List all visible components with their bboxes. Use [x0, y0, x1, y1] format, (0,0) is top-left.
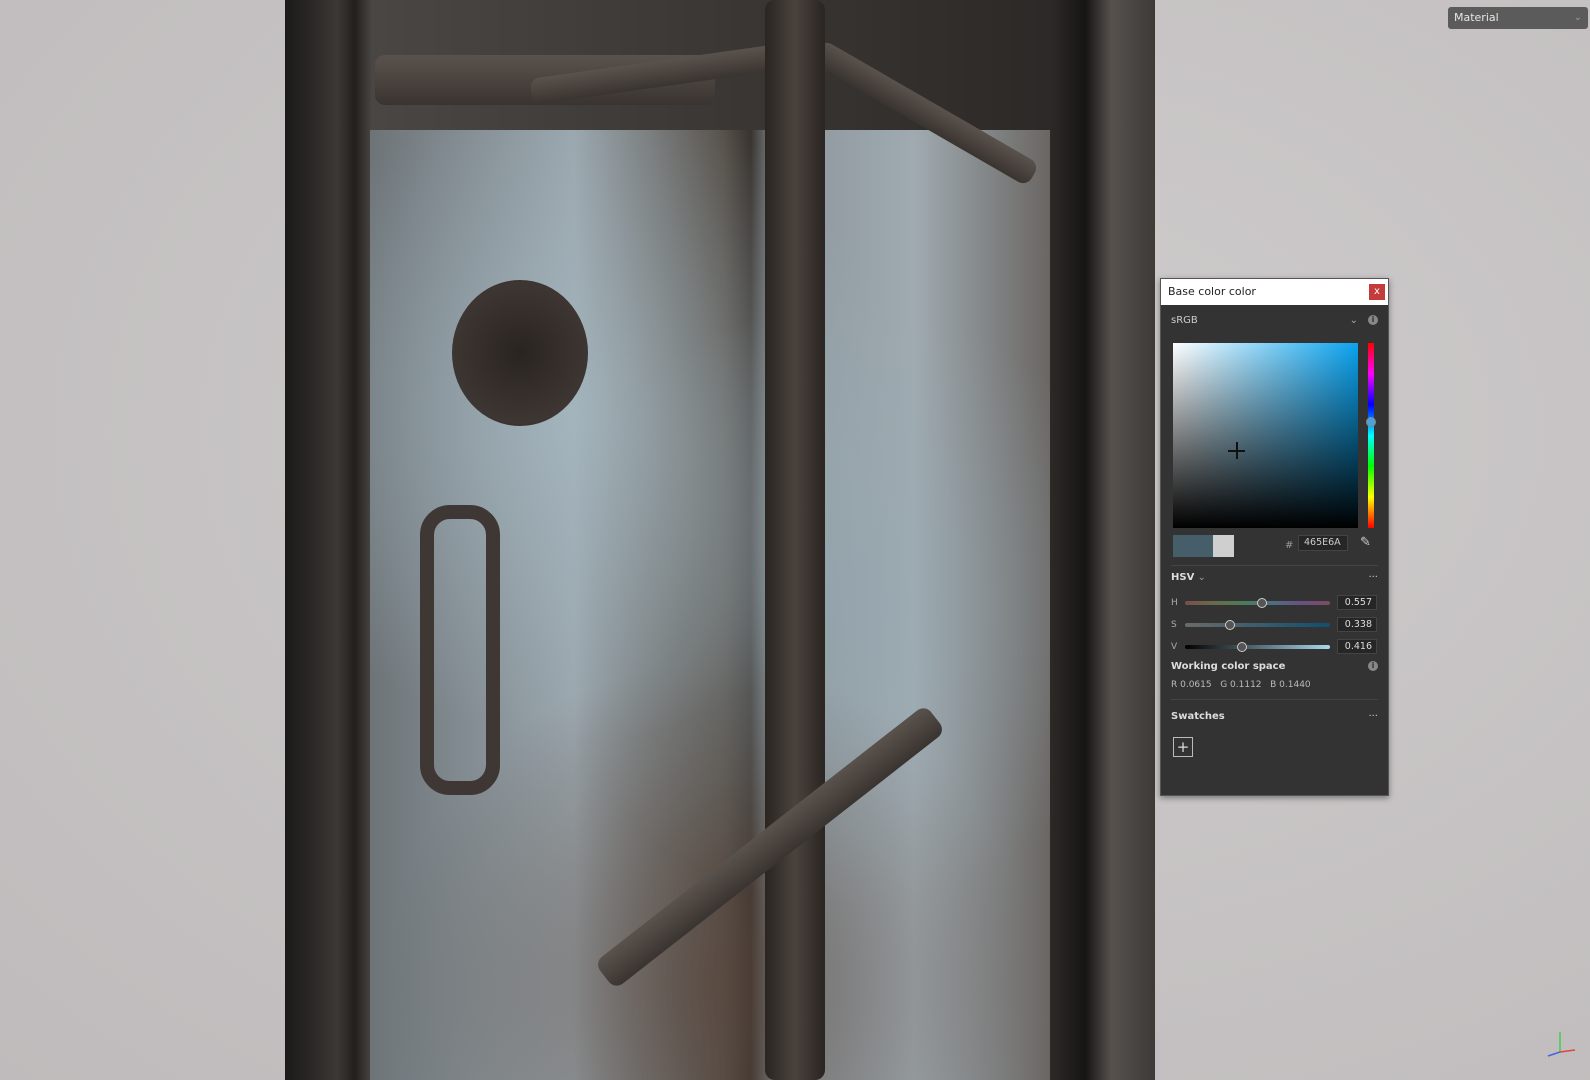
s-slider[interactable]	[1185, 623, 1330, 627]
working-color-values: R 0.0615 G 0.1112 B 0.1440	[1171, 680, 1311, 690]
hex-input[interactable]: 465E6A	[1298, 535, 1348, 551]
color-space-select[interactable]: sRGB ⌄ i	[1171, 315, 1378, 326]
h-label: H	[1171, 598, 1178, 608]
crosshair-cursor-icon	[1228, 442, 1245, 459]
s-slider-thumb[interactable]	[1225, 620, 1235, 630]
color-picker-dialog: Base color color x sRGB ⌄ i # 465E6A ✎ HSV …	[1160, 278, 1389, 796]
divider	[1171, 565, 1378, 566]
hex-label: #	[1285, 540, 1294, 551]
working-color-space-title: Working color space	[1171, 661, 1286, 672]
color-mode-select[interactable]: HSV	[1171, 572, 1194, 583]
s-value-input[interactable]: 0.338	[1337, 617, 1377, 632]
v-slider-thumb[interactable]	[1237, 642, 1247, 652]
material-dropdown[interactable]: Material ⌄	[1448, 7, 1588, 29]
chevron-down-icon: ⌄	[1349, 315, 1358, 326]
hue-thumb[interactable]	[1366, 417, 1376, 427]
axis-gizmo-icon	[1547, 1032, 1576, 1057]
chevron-down-icon[interactable]: ⌄	[1198, 572, 1206, 583]
saturation-value-field[interactable]	[1173, 343, 1358, 528]
dialog-title: Base color color	[1168, 285, 1256, 298]
info-icon[interactable]: i	[1368, 661, 1378, 671]
v-slider[interactable]	[1185, 645, 1330, 649]
door-handle	[420, 505, 500, 795]
material-dropdown-label: Material	[1454, 11, 1499, 24]
door-center-beam	[765, 0, 825, 1080]
info-icon[interactable]: i	[1368, 315, 1378, 325]
v-label: V	[1171, 642, 1178, 652]
chevron-down-icon: ⌄	[1573, 12, 1582, 23]
color-space-label: sRGB	[1171, 315, 1198, 326]
previous-color-swatch[interactable]	[1213, 535, 1234, 557]
eyedropper-icon[interactable]: ✎	[1360, 535, 1371, 550]
dialog-titlebar[interactable]: Base color color x	[1161, 279, 1388, 305]
swatches-more-button[interactable]: ···	[1368, 711, 1378, 722]
door-porthole	[452, 280, 588, 426]
s-label: S	[1171, 620, 1177, 630]
divider	[1171, 699, 1378, 700]
close-button[interactable]: x	[1369, 284, 1385, 300]
current-color-swatch	[1173, 535, 1213, 557]
swatches-title: Swatches	[1171, 711, 1225, 722]
h-value-input[interactable]: 0.557	[1337, 595, 1377, 610]
more-options-button[interactable]: ···	[1368, 572, 1378, 583]
v-value-input[interactable]: 0.416	[1337, 639, 1377, 654]
h-slider-thumb[interactable]	[1257, 598, 1267, 608]
hue-strip[interactable]	[1368, 343, 1374, 528]
add-swatch-button[interactable]: +	[1173, 737, 1193, 757]
